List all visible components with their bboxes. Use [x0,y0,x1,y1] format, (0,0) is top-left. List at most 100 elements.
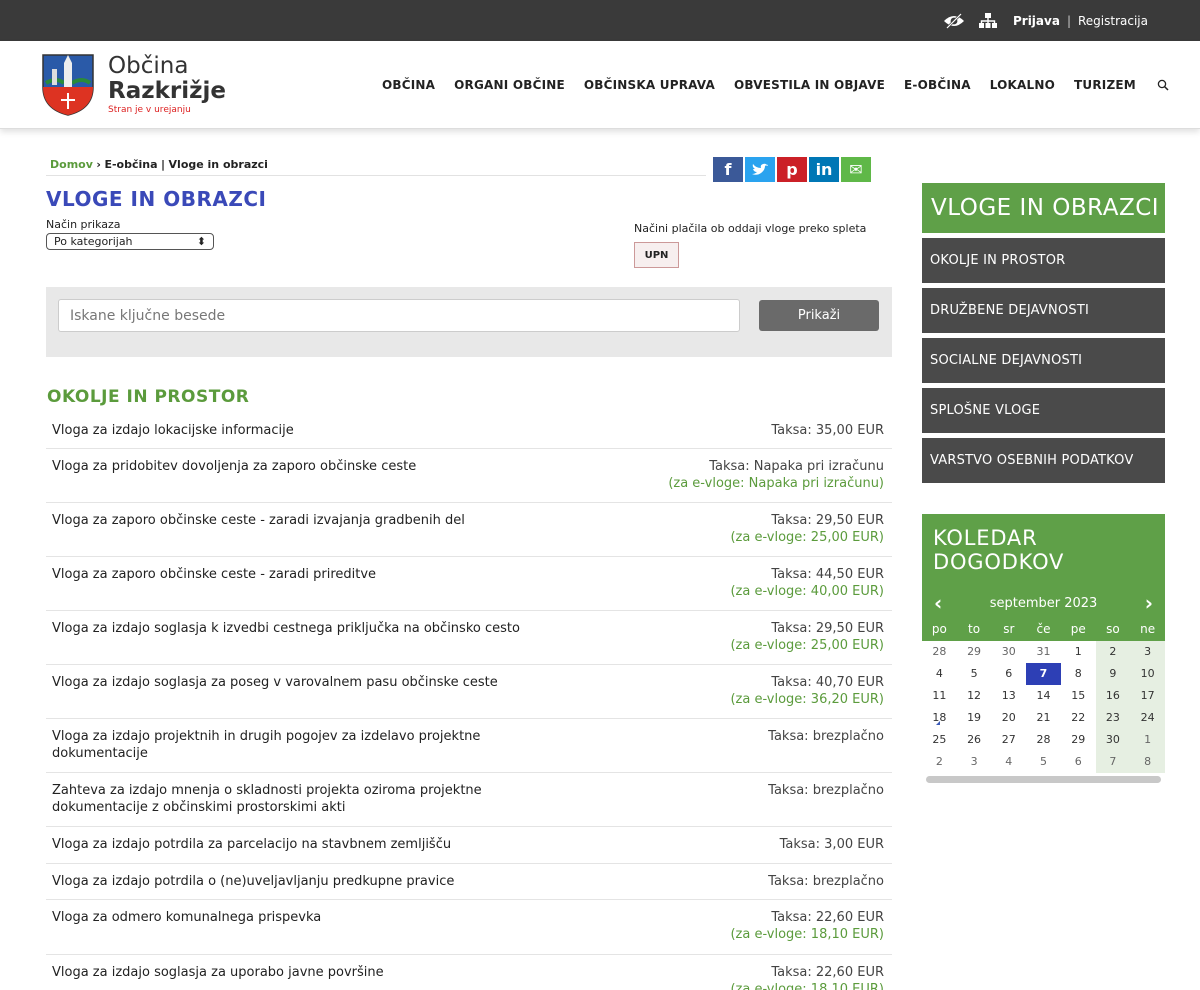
form-name[interactable]: Vloga za zaporo občinske ceste - zaradi … [52,566,532,610]
calendar-scrollbar[interactable] [926,776,1161,783]
calendar-day[interactable]: 18 [922,707,957,729]
calendar-day[interactable]: 8 [1061,663,1096,685]
calendar-day[interactable]: 7 [1026,663,1061,685]
calendar-day[interactable]: 1 [1061,641,1096,663]
nav-item-obvestila[interactable]: OBVESTILA IN OBJAVE [734,78,885,92]
twitter-icon[interactable] [745,157,775,182]
accessibility-icon[interactable] [943,12,965,29]
list-item[interactable]: Vloga za izdajo soglasja k izvedbi cestn… [46,611,892,665]
sidebar-item-socialne[interactable]: SOCIALNE DEJAVNOSTI [922,338,1165,383]
calendar-day[interactable]: 10 [1130,663,1165,685]
form-name[interactable]: Vloga za odmero komunalnega prispevka [52,909,532,954]
calendar-day[interactable]: 6 [1061,751,1096,773]
list-item[interactable]: Vloga za izdajo soglasja za uporabo javn… [46,955,892,990]
upn-payment-icon[interactable]: UPN [634,242,679,268]
nav-item-e-obcina[interactable]: E-OBČINA [904,78,971,92]
sidebar-item-okolje[interactable]: OKOLJE IN PROSTOR [922,238,1165,283]
calendar-day[interactable]: 13 [991,685,1026,707]
nav-item-obcina[interactable]: OBČINA [382,78,435,92]
form-name[interactable]: Zahteva za izdajo mnenja o skladnosti pr… [52,782,532,826]
calendar-day[interactable]: 7 [1095,751,1131,773]
pinterest-icon[interactable]: p [777,157,807,182]
form-name[interactable]: Vloga za izdajo lokacijske informacije [52,422,532,448]
list-item[interactable]: Zahteva za izdajo mnenja o skladnosti pr… [46,773,892,827]
calendar-day[interactable]: 27 [991,729,1026,751]
calendar-day[interactable]: 15 [1061,685,1096,707]
calendar-day[interactable]: 4 [922,663,957,685]
list-item[interactable]: Vloga za izdajo lokacijske informacije Ta… [46,413,892,449]
form-name[interactable]: Vloga za izdajo potrdila o (ne)uveljavlj… [52,873,532,899]
calendar-day[interactable]: 2 [922,751,957,773]
chevron-right-icon[interactable]: › [1145,591,1153,615]
calendar-day[interactable]: 5 [957,663,992,685]
calendar-day[interactable]: 14 [1026,685,1061,707]
site-logo[interactable]: Občina Razkrižje Stran je v urejanju [40,53,226,117]
list-item[interactable]: Vloga za izdajo projektnih in drugih pog… [46,719,892,773]
nav-item-lokalno[interactable]: LOKALNO [990,78,1055,92]
list-item[interactable]: Vloga za pridobitev dovoljenja za zaporo… [46,449,892,503]
chevron-left-icon[interactable]: ‹ [934,591,942,615]
calendar-day[interactable]: 25 [922,729,957,751]
calendar-day[interactable]: 4 [991,751,1026,773]
nav-item-organi-obcine[interactable]: ORGANI OBČINE [454,78,565,92]
form-name[interactable]: Vloga za pridobitev dovoljenja za zaporo… [52,458,532,502]
calendar-day[interactable]: 29 [1061,729,1096,751]
keyword-search-input[interactable]: Iskane ključne besede [58,299,740,332]
list-item[interactable]: Vloga za zaporo občinske ceste - zaradi … [46,557,892,611]
calendar-day[interactable]: 29 [957,641,992,663]
calendar-day[interactable]: 5 [1026,751,1061,773]
calendar-day[interactable]: 31 [1026,641,1061,663]
form-name[interactable]: Vloga za zaporo občinske ceste - zaradi … [52,512,532,556]
calendar-day[interactable]: 2 [1095,641,1131,663]
form-name[interactable]: Vloga za izdajo potrdila za parcelacijo … [52,836,532,863]
sidebar-item-varstvo[interactable]: VARSTVO OSEBNIH PODATKOV [922,438,1165,483]
breadcrumb-section[interactable]: E-občina [104,158,157,171]
calendar-day[interactable]: 1 [1130,729,1165,751]
form-name[interactable]: Vloga za izdajo soglasja za uporabo javn… [52,964,532,990]
calendar-day[interactable]: 20 [991,707,1026,729]
show-button[interactable]: Prikaži [759,300,879,331]
calendar-day[interactable]: 11 [922,685,957,707]
calendar-day[interactable]: 12 [957,685,992,707]
calendar-day[interactable]: 30 [1095,729,1131,751]
form-name[interactable]: Vloga za izdajo soglasja za poseg v varo… [52,674,532,718]
calendar-day[interactable]: 26 [957,729,992,751]
nav-item-obcinska-uprava[interactable]: OBČINSKA UPRAVA [584,78,715,92]
linkedin-icon[interactable]: in [809,157,839,182]
sitemap-icon[interactable] [978,12,997,29]
calendar-day[interactable]: 24 [1130,707,1165,729]
list-item[interactable]: Vloga za odmero komunalnega prispevka Tak… [46,900,892,955]
sidebar-item-druzbene[interactable]: DRUŽBENE DEJAVNOSTI [922,288,1165,333]
calendar-day[interactable]: 16 [1095,685,1131,707]
calendar-day[interactable]: 19 [957,707,992,729]
login-link[interactable]: Prijava [1013,14,1060,28]
calendar-day[interactable]: 3 [1130,641,1165,663]
calendar-day[interactable]: 8 [1130,751,1165,773]
breadcrumb-home[interactable]: Domov [50,158,93,171]
calendar-day[interactable]: 23 [1095,707,1131,729]
calendar-day[interactable]: 3 [957,751,992,773]
calendar-day[interactable]: 21 [1026,707,1061,729]
form-name[interactable]: Vloga za izdajo soglasja k izvedbi cestn… [52,620,532,664]
list-item[interactable]: Vloga za zaporo občinske ceste - zaradi … [46,503,892,557]
calendar-day[interactable]: 30 [991,641,1026,663]
email-icon[interactable]: ✉ [841,157,871,182]
view-mode-select[interactable]: Po kategorijah ⬍ [46,233,214,250]
calendar-day[interactable]: 28 [1026,729,1061,751]
fee-amount: Taksa: 22,60 EUR [771,965,884,980]
calendar-day[interactable]: 22 [1061,707,1096,729]
sidebar-title: VLOGE IN OBRAZCI [922,183,1165,233]
list-item[interactable]: Vloga za izdajo potrdila o (ne)uveljavlj… [46,864,892,900]
register-link[interactable]: Registracija [1078,14,1148,28]
form-name[interactable]: Vloga za izdajo projektnih in drugih pog… [52,728,532,772]
sidebar-item-splosne[interactable]: SPLOŠNE VLOGE [922,388,1165,433]
calendar-day[interactable]: 17 [1130,685,1165,707]
nav-item-turizem[interactable]: TURIZEM [1074,78,1136,92]
calendar-day[interactable]: 9 [1095,663,1131,685]
facebook-icon[interactable]: f [713,157,743,182]
list-item[interactable]: Vloga za izdajo potrdila za parcelacijo … [46,827,892,864]
calendar-day[interactable]: 28 [922,641,957,663]
search-icon[interactable] [1157,79,1169,91]
calendar-day[interactable]: 6 [991,663,1026,685]
list-item[interactable]: Vloga za izdajo soglasja za poseg v varo… [46,665,892,719]
